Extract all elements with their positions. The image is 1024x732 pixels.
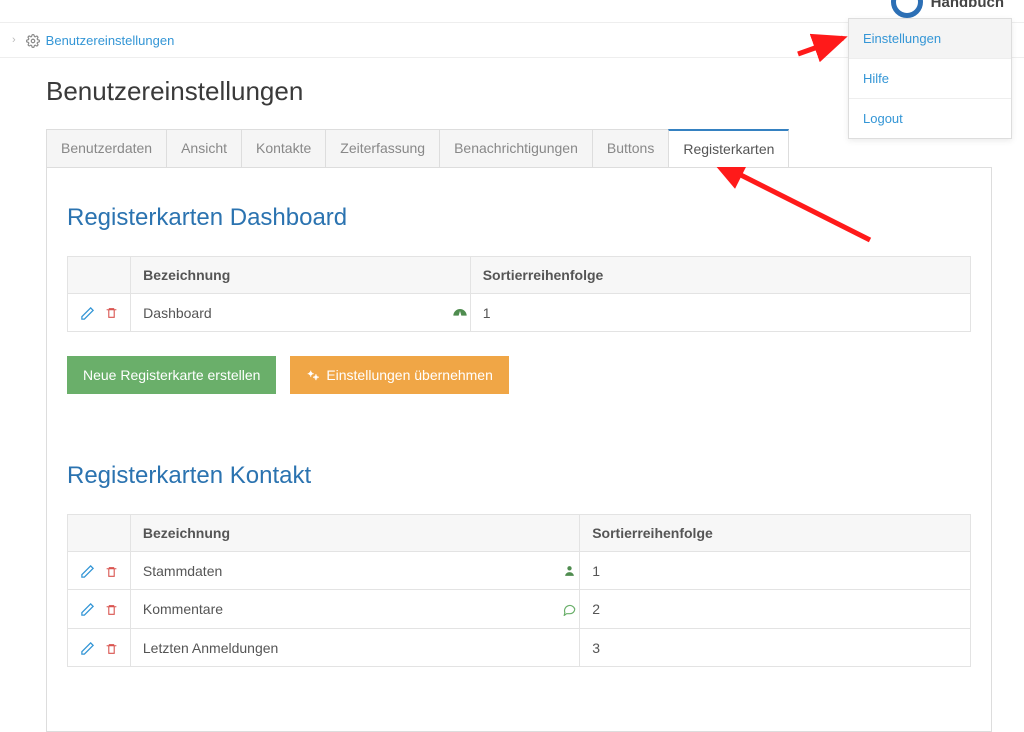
trash-icon[interactable] xyxy=(105,601,118,617)
row-order: 1 xyxy=(580,552,971,590)
table-row: Dashboard 1 xyxy=(68,294,971,332)
col-bezeichnung: Bezeichnung xyxy=(131,257,471,294)
row-order: 2 xyxy=(580,590,971,629)
dashboard-icon xyxy=(452,304,468,321)
brand-area: Handbuch xyxy=(891,0,1004,18)
tab-zeiterfassung[interactable]: Zeiterfassung xyxy=(325,129,440,167)
page-title: Benutzereinstellungen xyxy=(46,76,992,107)
create-tab-button[interactable]: Neue Registerkarte erstellen xyxy=(67,356,276,394)
row-label: Stammdaten xyxy=(130,552,559,590)
tab-buttons[interactable]: Buttons xyxy=(592,129,669,167)
tab-benutzerdaten[interactable]: Benutzerdaten xyxy=(46,129,167,167)
breadcrumb-link[interactable]: Benutzereinstellungen xyxy=(46,33,175,48)
row-label: Letzten Anmeldungen xyxy=(130,629,559,667)
edit-icon[interactable] xyxy=(80,304,99,321)
tabs: Benutzerdaten Ansicht Kontakte Zeiterfas… xyxy=(46,129,992,167)
row-label: Kommentare xyxy=(130,590,559,629)
table-row: Stammdaten 1 xyxy=(68,552,971,590)
chevron-right-icon: › xyxy=(12,34,16,46)
tab-panel: Registerkarten Dashboard Bezeichnung Sor… xyxy=(46,167,992,732)
edit-icon[interactable] xyxy=(80,639,95,656)
trash-icon[interactable] xyxy=(105,639,118,655)
cogs-icon xyxy=(306,367,320,383)
tab-ansicht[interactable]: Ansicht xyxy=(166,129,242,167)
row-order: 3 xyxy=(580,629,971,667)
speech-bubble-icon xyxy=(562,600,577,617)
person-icon xyxy=(563,562,576,579)
table-row: Kommentare 2 xyxy=(68,590,971,629)
button-label: Neue Registerkarte erstellen xyxy=(83,367,260,383)
dashboard-tabs-table: Bezeichnung Sortierreihenfolge Dashboard xyxy=(67,256,971,332)
dropdown-item-settings[interactable]: Einstellungen xyxy=(849,19,1011,59)
kontakt-tabs-table: Bezeichnung Sortierreihenfolge Stammdate… xyxy=(67,514,971,667)
trash-icon[interactable] xyxy=(105,304,118,320)
brand-logo-icon xyxy=(891,0,923,18)
col-sortierreihenfolge: Sortierreihenfolge xyxy=(580,515,971,552)
row-icon-empty xyxy=(560,629,580,667)
tab-benachrichtigungen[interactable]: Benachrichtigungen xyxy=(439,129,593,167)
brand-text: Handbuch xyxy=(931,0,1004,11)
apply-settings-button[interactable]: Einstellungen übernehmen xyxy=(290,356,509,394)
row-order: 1 xyxy=(470,294,970,332)
col-sortierreihenfolge: Sortierreihenfolge xyxy=(470,257,970,294)
edit-icon[interactable] xyxy=(80,601,95,618)
section-title-kontakt: Registerkarten Kontakt xyxy=(67,462,971,490)
col-actions xyxy=(68,515,131,552)
col-bezeichnung: Bezeichnung xyxy=(130,515,579,552)
tab-registerkarten[interactable]: Registerkarten xyxy=(668,129,789,167)
gear-icon xyxy=(26,32,40,48)
col-actions xyxy=(68,257,131,294)
edit-icon[interactable] xyxy=(80,562,95,579)
tab-kontakte[interactable]: Kontakte xyxy=(241,129,326,167)
section-title-dashboard: Registerkarten Dashboard xyxy=(67,204,971,232)
trash-icon[interactable] xyxy=(105,562,118,578)
row-label: Dashboard xyxy=(131,294,451,332)
table-row: Letzten Anmeldungen 3 xyxy=(68,629,971,667)
button-label: Einstellungen übernehmen xyxy=(326,367,493,383)
